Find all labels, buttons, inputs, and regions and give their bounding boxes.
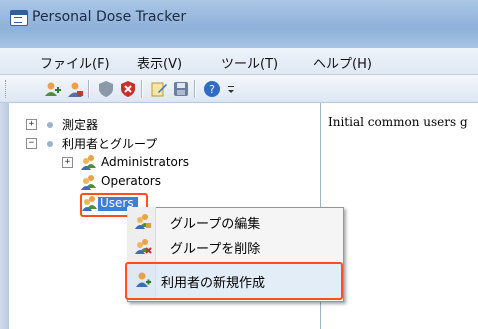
- menu-delete-group[interactable]: グループを削除: [170, 238, 260, 257]
- menu-edit-group[interactable]: グループの編集: [170, 213, 260, 232]
- menu-help[interactable]: ヘルプ(H): [313, 53, 372, 72]
- details-pane: [321, 103, 478, 329]
- toolbar-separator: [194, 80, 196, 98]
- menu-tools[interactable]: ツール(T): [221, 53, 278, 72]
- node-dot-icon: [47, 141, 53, 147]
- toolbar: ?: [0, 75, 478, 103]
- menu-view[interactable]: 表示(V): [137, 53, 182, 72]
- dropdown-icon[interactable]: [226, 84, 236, 96]
- tree-item-devices[interactable]: 測定器: [62, 116, 98, 133]
- toolbar-separator: [88, 80, 90, 98]
- group-icon: [81, 155, 96, 170]
- help-icon[interactable]: ?: [203, 80, 221, 98]
- tree-item-operators[interactable]: Operators: [101, 174, 161, 188]
- window-title: Personal Dose Tracker: [32, 9, 187, 25]
- menu-new-user[interactable]: 利用者の新規作成: [161, 272, 265, 291]
- menu-bar: ファイル(F) 表示(V) ツール(T) ヘルプ(H): [0, 48, 478, 75]
- shield-delete-icon[interactable]: [119, 80, 137, 98]
- node-dot-icon: [47, 122, 53, 128]
- left-edge: [0, 103, 9, 329]
- tree-item-administrators[interactable]: Administrators: [101, 155, 189, 169]
- disk-icon[interactable]: [172, 80, 190, 98]
- new-user-icon: [136, 272, 151, 287]
- tree-item-users-groups[interactable]: 利用者とグループ: [62, 135, 157, 152]
- edit-group-icon: [135, 214, 151, 229]
- add-user-icon[interactable]: [44, 80, 62, 98]
- menu-file[interactable]: ファイル(F): [40, 53, 110, 72]
- shield-icon[interactable]: [97, 80, 115, 98]
- toolbar-separator: [141, 80, 143, 98]
- collapse-toggle[interactable]: −: [26, 138, 37, 149]
- expand-toggle[interactable]: +: [26, 119, 37, 130]
- delete-group-icon: [135, 239, 152, 254]
- svg-text:?: ?: [209, 83, 215, 96]
- app-icon: [10, 10, 28, 26]
- details-text: Initial common users g: [328, 115, 468, 129]
- expand-toggle[interactable]: +: [62, 157, 73, 168]
- user-icon[interactable]: [66, 80, 84, 98]
- group-icon: [81, 175, 96, 190]
- toolbar-grip: [5, 80, 8, 98]
- edit-icon[interactable]: [150, 80, 168, 98]
